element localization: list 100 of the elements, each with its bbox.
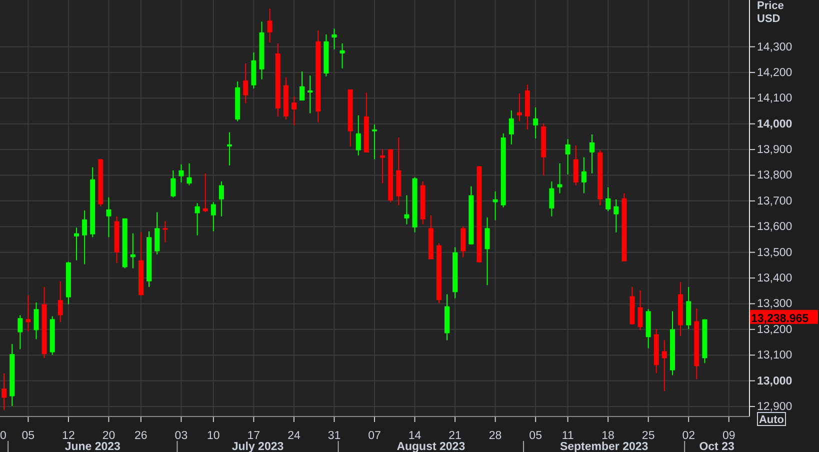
axis-label: 14,300 (757, 41, 792, 54)
axis-label: 03 (174, 430, 188, 442)
axis-label: 0 (0, 430, 6, 442)
candlestick (291, 96, 296, 126)
candlestick (468, 186, 474, 245)
axis-label: 05 (22, 430, 35, 442)
candlestick (308, 75, 313, 114)
candlestick (186, 162, 192, 186)
candlestick (162, 220, 168, 243)
candlestick (606, 186, 611, 212)
axis-label: 12,900 (757, 401, 792, 413)
candlestick (372, 124, 377, 160)
axis-label: 17 (247, 430, 260, 442)
auto-scale-button[interactable]: Auto (757, 412, 786, 426)
candlestick (492, 190, 498, 221)
candlestick (444, 294, 450, 341)
candlestick (412, 176, 418, 233)
candlestick (428, 214, 434, 260)
candlestick (227, 132, 232, 166)
axis-label: 31 (328, 430, 341, 442)
axis-label: 13,600 (757, 221, 792, 234)
candlestick (549, 180, 554, 217)
candlestick (573, 144, 578, 186)
axis-label: 07 (368, 430, 381, 442)
candlestick (42, 286, 47, 358)
candlestick (541, 122, 546, 176)
candlestick (202, 172, 208, 213)
candlestick (58, 280, 63, 323)
candlestick (66, 261, 71, 305)
candlestick (686, 286, 692, 330)
axis-label: 02 (682, 430, 695, 442)
axis-label: 26 (134, 430, 148, 442)
candlestick (340, 42, 345, 69)
axis-label: 13,100 (757, 350, 792, 362)
candlestick (484, 216, 490, 286)
axis-label: 24 (288, 430, 300, 442)
candlestick (98, 158, 104, 207)
candlestick (396, 136, 402, 206)
candlestick (404, 194, 410, 225)
candlestick (356, 114, 361, 156)
axis-label: 05 (529, 430, 542, 442)
axis-label: 18 (602, 430, 614, 442)
axis-label: 13,900 (757, 144, 792, 156)
candlestick (178, 164, 184, 183)
candlestick (243, 62, 248, 104)
candlestick (50, 316, 55, 356)
axis-label: 20 (102, 430, 116, 442)
candlestick (34, 302, 39, 340)
candlestick (646, 308, 651, 349)
candlestick (348, 88, 353, 147)
axis-label: 21 (448, 430, 462, 442)
candlestick (210, 202, 216, 232)
candlestick (678, 282, 684, 337)
axis-label: 13,500 (757, 246, 792, 259)
candlestick (18, 314, 23, 350)
candlestick (106, 196, 112, 238)
axis-label: 13,700 (757, 195, 792, 208)
candlestick (436, 242, 442, 304)
candlestick (420, 180, 426, 225)
candlestick (170, 170, 176, 198)
candlestick (10, 344, 15, 406)
candlestick (589, 134, 594, 174)
axis-label: 09 (722, 430, 736, 442)
candlestick (581, 156, 586, 194)
axis-label: 12 (62, 430, 75, 442)
axis-label: 14,200 (757, 66, 792, 79)
candlestick (525, 84, 530, 130)
candlestick (2, 372, 7, 411)
candlestick (364, 92, 369, 153)
candlestick (74, 227, 79, 261)
candlestick (26, 294, 31, 332)
candlestick (154, 212, 160, 255)
candlestick (598, 150, 602, 206)
candlestick (516, 93, 522, 122)
candlestick (130, 232, 136, 269)
axis-label: 13,000 (757, 375, 792, 388)
candlestick (82, 210, 88, 265)
current-price-label: 13,238.965 (750, 310, 818, 325)
month-label: Oct 23 (699, 441, 734, 452)
candlestick (557, 162, 562, 194)
candlestick (235, 80, 240, 122)
candlestick (283, 76, 288, 120)
candlestick (622, 192, 627, 262)
candlestick (90, 166, 96, 238)
axis-label: 25 (642, 430, 655, 442)
candlestick (452, 246, 458, 299)
candlestick (138, 232, 144, 296)
candlestick (332, 28, 337, 50)
candlestick (565, 138, 570, 175)
candlestick (533, 106, 538, 139)
candlestick (218, 180, 224, 217)
candlestick (508, 110, 514, 145)
axis-label: 13,400 (757, 272, 792, 285)
candlestick (122, 218, 128, 269)
axis-label: 14,100 (757, 92, 792, 105)
candlestick (324, 34, 329, 77)
candlestick (380, 148, 386, 184)
axis-label: 13,800 (757, 170, 792, 182)
axis-label: 13,200 (757, 324, 792, 336)
axis-title: Price USD (757, 0, 785, 26)
